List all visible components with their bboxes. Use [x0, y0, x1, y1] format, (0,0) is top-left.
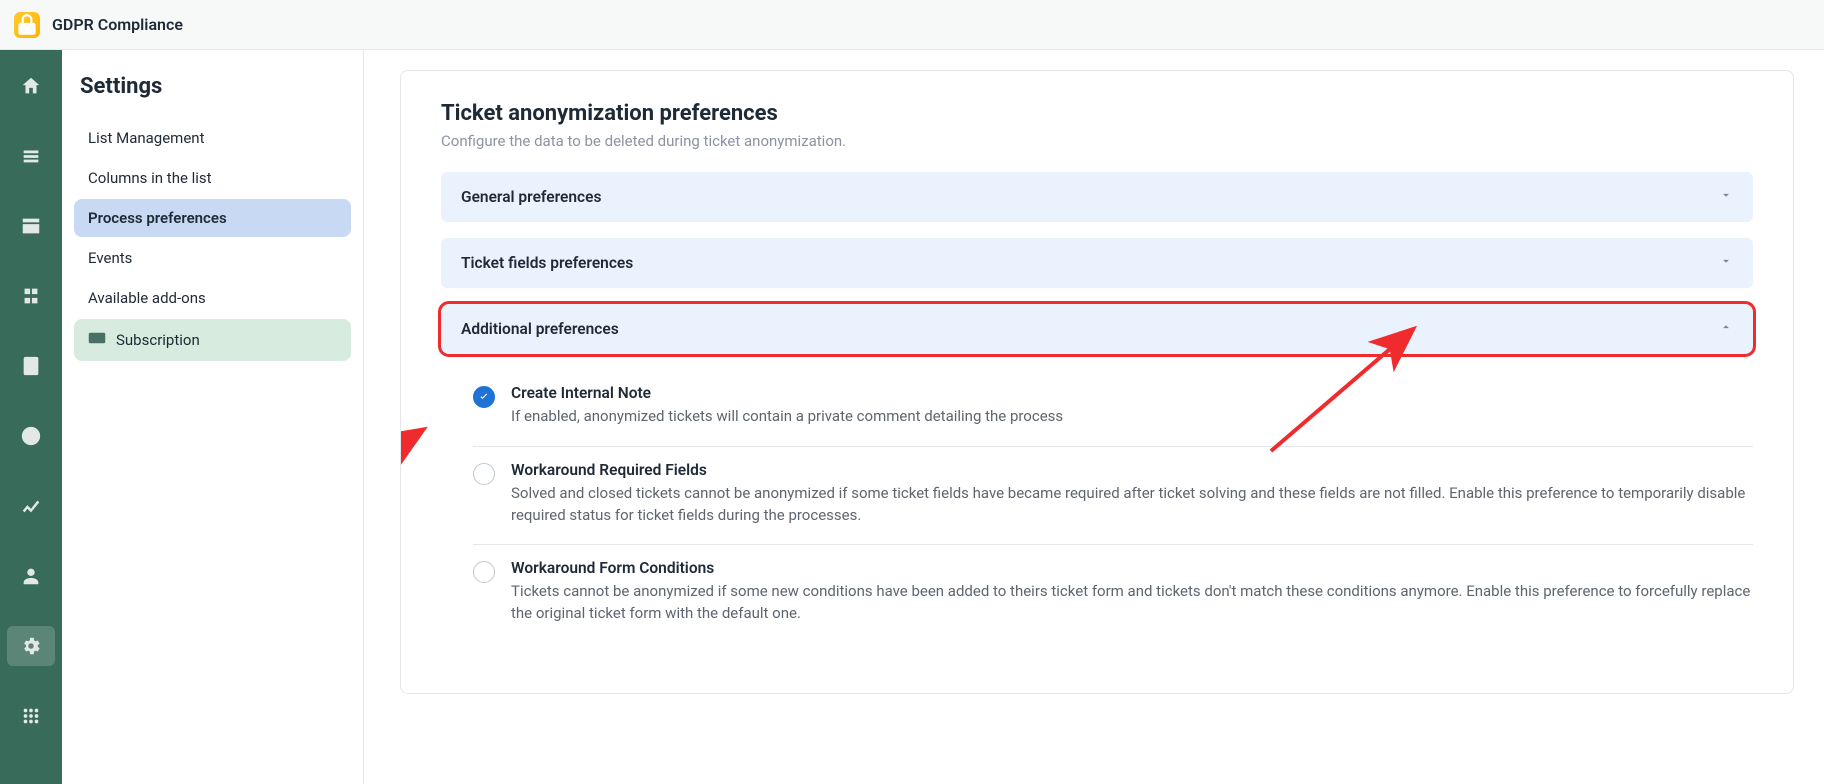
nav-subscription[interactable]: Subscription [74, 319, 351, 361]
chevron-up-icon [1719, 320, 1733, 338]
app-logo-icon [14, 12, 40, 38]
panel-subtitle: Configure the data to be deleted during … [441, 132, 1753, 150]
additional-prefs-list: Create Internal Note If enabled, anonymi… [441, 370, 1753, 643]
main-content: Ticket anonymization preferences Configu… [364, 50, 1824, 784]
pref-desc: Tickets cannot be anonymized if some new… [511, 581, 1753, 625]
chevron-down-icon [1719, 188, 1733, 206]
rail-events[interactable] [7, 346, 55, 386]
rail-home[interactable] [7, 66, 55, 106]
chevron-down-icon [1719, 254, 1733, 272]
nav-columns[interactable]: Columns in the list [74, 159, 351, 197]
pref-checkbox-workaround-form-conditions[interactable] [473, 561, 495, 583]
rail-list[interactable] [7, 136, 55, 176]
pref-title: Workaround Required Fields [511, 461, 1753, 479]
settings-sidebar: Settings List Management Columns in the … [62, 50, 364, 784]
accordion-label: Additional preferences [461, 320, 619, 338]
accordion-ticket-fields-preferences[interactable]: Ticket fields preferences [441, 238, 1753, 288]
pref-checkbox-workaround-required-fields[interactable] [473, 463, 495, 485]
rail-process[interactable] [7, 276, 55, 316]
settings-title: Settings [80, 74, 345, 99]
nav-rail [0, 50, 62, 784]
accordion-additional-preferences[interactable]: Additional preferences [441, 304, 1753, 354]
rail-users[interactable] [7, 556, 55, 596]
rail-settings[interactable] [7, 626, 55, 666]
nav-process-preferences[interactable]: Process preferences [74, 199, 351, 237]
nav-list-management[interactable]: List Management [74, 119, 351, 157]
accordion-general-preferences[interactable]: General preferences [441, 172, 1753, 222]
pref-title: Create Internal Note [511, 384, 1753, 402]
app-title: GDPR Compliance [52, 15, 183, 34]
pref-row: Workaround Required Fields Solved and cl… [473, 447, 1753, 546]
rail-apps[interactable] [7, 696, 55, 736]
settings-panel: Ticket anonymization preferences Configu… [400, 70, 1794, 694]
credit-card-icon [88, 329, 106, 351]
rail-clock[interactable] [7, 416, 55, 456]
accordion-label: General preferences [461, 188, 601, 206]
nav-addons[interactable]: Available add-ons [74, 279, 351, 317]
pref-title: Workaround Form Conditions [511, 559, 1753, 577]
rail-chart[interactable] [7, 486, 55, 526]
accordion-label: Ticket fields preferences [461, 254, 633, 272]
pref-row: Create Internal Note If enabled, anonymi… [473, 370, 1753, 447]
app-header: GDPR Compliance [0, 0, 1824, 50]
pref-row: Workaround Form Conditions Tickets canno… [473, 545, 1753, 643]
pref-desc: If enabled, anonymized tickets will cont… [511, 406, 1753, 428]
pref-desc: Solved and closed tickets cannot be anon… [511, 483, 1753, 527]
pref-checkbox-create-internal-note[interactable] [473, 386, 495, 408]
panel-title: Ticket anonymization preferences [441, 101, 1753, 126]
nav-events[interactable]: Events [74, 239, 351, 277]
nav-subscription-label: Subscription [116, 331, 200, 349]
rail-columns[interactable] [7, 206, 55, 246]
